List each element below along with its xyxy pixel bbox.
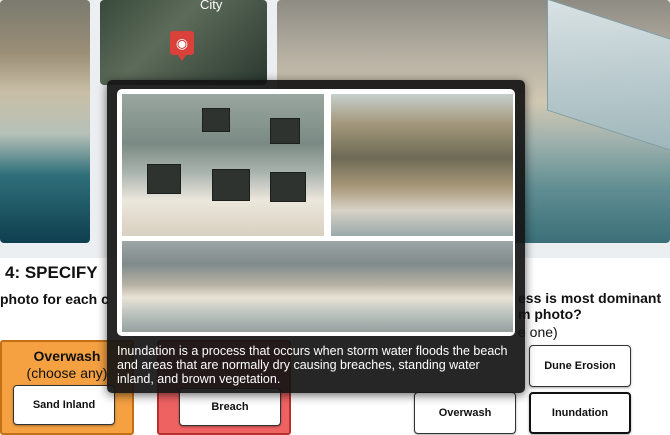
breach-button[interactable]: Breach: [179, 388, 281, 426]
camera-icon[interactable]: ◉: [170, 31, 194, 61]
inundation-button[interactable]: Inundation: [529, 392, 631, 434]
step-instruction: photo for each c: [0, 291, 109, 307]
popup-caption: Inundation is a process that occurs when…: [117, 344, 508, 386]
step-title: 4: SPECIFY: [5, 263, 98, 282]
sand-inland-button[interactable]: Sand Inland: [13, 385, 115, 425]
info-popup: Inundation is a process that occurs when…: [107, 80, 525, 393]
dune-erosion-button[interactable]: Dune Erosion: [529, 345, 631, 387]
dominant-question: ess is most dominant m photo?: [518, 290, 661, 322]
inundation-photo-houses: [122, 94, 324, 236]
inundation-photo-breach: [122, 241, 513, 332]
map-city-label: City: [200, 0, 223, 12]
aerial-photo-left[interactable]: [0, 0, 90, 243]
overwash-dominant-button[interactable]: Overwash: [414, 392, 516, 434]
popup-image-frame: [117, 89, 515, 336]
dominant-question-text: ess is most dominant m photo?: [518, 290, 662, 322]
inundation-photo-marsh: [331, 94, 513, 236]
pier-structure: [547, 0, 670, 154]
